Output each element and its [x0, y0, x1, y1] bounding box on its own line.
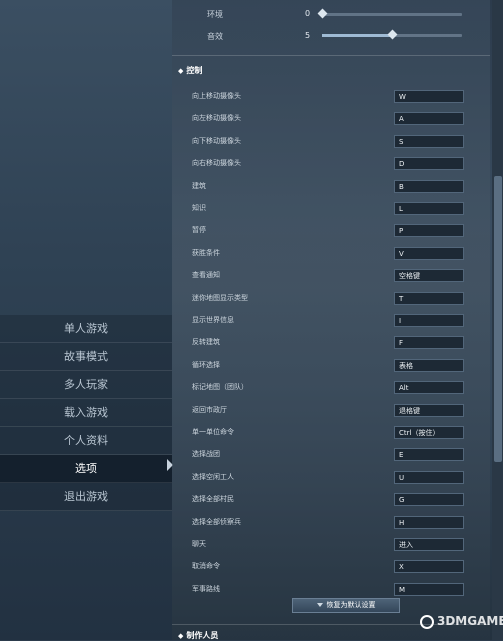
controls-section-header[interactable]: ◆ 控制 — [178, 65, 202, 76]
key-binding-row: 取消命令 X — [192, 560, 466, 574]
key-binding-field[interactable]: P — [394, 224, 464, 237]
key-binding-row: 向右移动摄像头 D — [192, 157, 466, 171]
key-binding-label: 聊天 — [192, 540, 206, 548]
key-binding-field[interactable]: V — [394, 247, 464, 260]
key-binding-row: 选择战团 E — [192, 448, 466, 462]
audio-effects-value: 5 — [305, 31, 311, 40]
key-binding-field[interactable]: Alt — [394, 381, 464, 394]
key-binding-row: 向上移动摄像头 W — [192, 90, 466, 104]
key-binding-row: 聊天 进入 — [192, 538, 466, 552]
key-binding-label: 循环选择 — [192, 361, 220, 369]
key-binding-label: 迷你地图显示类型 — [192, 294, 248, 302]
audio-effects-slider[interactable] — [322, 29, 462, 40]
reset-defaults-button[interactable]: 恢复为默认设置 — [292, 598, 400, 613]
key-binding-field[interactable]: 空格键 — [394, 269, 464, 282]
watermark-logo-icon — [420, 614, 434, 629]
key-binding-field[interactable]: B — [394, 180, 464, 193]
audio-effects-slider-fill — [322, 34, 392, 37]
key-binding-field[interactable]: U — [394, 471, 464, 484]
key-binding-row: 循环选择 表格 — [192, 359, 466, 373]
key-binding-label: 选择全部侦察兵 — [192, 518, 241, 526]
main-menu: 单人游戏 故事模式 多人玩家 载入游戏 个人资料 选项 退出游戏 — [0, 315, 172, 511]
menu-item-options[interactable]: 选项 — [0, 455, 172, 483]
key-binding-label: 军事路线 — [192, 585, 220, 593]
key-binding-label: 取消命令 — [192, 562, 220, 570]
key-binding-row: 显示世界信息 I — [192, 314, 466, 328]
key-binding-field[interactable]: M — [394, 583, 464, 596]
audio-ambient-slider[interactable] — [317, 8, 462, 19]
key-binding-row: 建筑 B — [192, 180, 466, 194]
section-bullet-icon: ◆ — [178, 67, 184, 75]
section-bullet-icon: ◆ — [178, 632, 184, 640]
key-binding-field[interactable]: T — [394, 292, 464, 305]
key-binding-row: 向下移动摄像头 S — [192, 135, 466, 149]
key-binding-label: 向左移动摄像头 — [192, 114, 241, 122]
key-binding-field[interactable]: 退格键 — [394, 404, 464, 417]
key-binding-field[interactable]: S — [394, 135, 464, 148]
key-binding-field[interactable]: L — [394, 202, 464, 215]
key-binding-label: 向右移动摄像头 — [192, 159, 241, 167]
menu-item-multiplayer[interactable]: 多人玩家 — [0, 371, 172, 399]
watermark-text: 3DMGAME — [437, 614, 503, 628]
controls-section-title: 控制 — [186, 66, 203, 75]
key-binding-row: 查看通知 空格键 — [192, 269, 466, 283]
dropdown-triangle-icon — [316, 603, 323, 607]
key-binding-label: 标记地图（团队） — [192, 383, 248, 391]
key-binding-row: 反转建筑 F — [192, 336, 466, 350]
options-scrollbar-thumb[interactable] — [494, 176, 502, 462]
key-binding-row: 选择全部村民 G — [192, 493, 466, 507]
audio-ambient-value: 0 — [305, 9, 311, 18]
key-binding-row: 单一单位命令 Ctrl（按住） — [192, 426, 466, 440]
watermark: 3DMGAME — [420, 614, 503, 629]
menu-item-single-player[interactable]: 单人游戏 — [0, 315, 172, 343]
menu-item-load-game[interactable]: 载入游戏 — [0, 399, 172, 427]
key-binding-label: 选择空闲工人 — [192, 473, 234, 481]
key-binding-label: 选择全部村民 — [192, 495, 234, 503]
key-binding-field[interactable]: H — [394, 516, 464, 529]
section-divider — [172, 55, 490, 56]
key-binding-label: 知识 — [192, 204, 206, 212]
key-binding-row: 军事路线 M — [192, 583, 466, 597]
key-binding-field[interactable]: D — [394, 157, 464, 170]
key-binding-row: 返回市政厅 退格键 — [192, 404, 466, 418]
key-binding-row: 暂停 P — [192, 224, 466, 238]
key-binding-field[interactable]: W — [394, 90, 464, 103]
key-binding-row: 迷你地图显示类型 T — [192, 292, 466, 306]
key-binding-label: 向上移动摄像头 — [192, 92, 241, 100]
audio-ambient-label: 环境 — [207, 10, 223, 19]
key-binding-field[interactable]: A — [394, 112, 464, 125]
key-binding-row: 选择空闲工人 U — [192, 471, 466, 485]
key-binding-label: 暂停 — [192, 226, 206, 234]
key-binding-row: 标记地图（团队） Alt — [192, 381, 466, 395]
key-binding-field[interactable]: Ctrl（按住） — [394, 426, 464, 439]
key-binding-label: 查看通知 — [192, 271, 220, 279]
key-binding-field[interactable]: I — [394, 314, 464, 327]
key-binding-label: 选择战团 — [192, 450, 220, 458]
reset-defaults-label: 恢复为默认设置 — [326, 601, 376, 609]
key-binding-field[interactable]: 进入 — [394, 538, 464, 551]
credits-section-header[interactable]: ◆ 制作人员 — [178, 630, 218, 641]
key-binding-label: 单一单位命令 — [192, 428, 234, 436]
credits-section-title: 制作人员 — [186, 631, 219, 640]
key-binding-label: 显示世界信息 — [192, 316, 234, 324]
key-binding-label: 获胜条件 — [192, 249, 220, 257]
audio-effects-label: 音效 — [207, 32, 223, 41]
menu-item-exit-game[interactable]: 退出游戏 — [0, 483, 172, 511]
menu-item-story-mode[interactable]: 故事模式 — [0, 343, 172, 371]
key-binding-row: 选择全部侦察兵 H — [192, 516, 466, 530]
key-binding-label: 返回市政厅 — [192, 406, 227, 414]
key-binding-row: 获胜条件 V — [192, 247, 466, 261]
key-binding-field[interactable]: G — [394, 493, 464, 506]
menu-item-profile[interactable]: 个人资料 — [0, 427, 172, 455]
key-binding-field[interactable]: F — [394, 336, 464, 349]
key-binding-field[interactable]: X — [394, 560, 464, 573]
key-binding-label: 建筑 — [192, 182, 206, 190]
key-binding-row: 知识 L — [192, 202, 466, 216]
key-binding-label: 反转建筑 — [192, 338, 220, 346]
key-binding-field[interactable]: E — [394, 448, 464, 461]
key-binding-label: 向下移动摄像头 — [192, 137, 241, 145]
key-binding-row: 向左移动摄像头 A — [192, 112, 466, 126]
key-binding-field[interactable]: 表格 — [394, 359, 464, 372]
